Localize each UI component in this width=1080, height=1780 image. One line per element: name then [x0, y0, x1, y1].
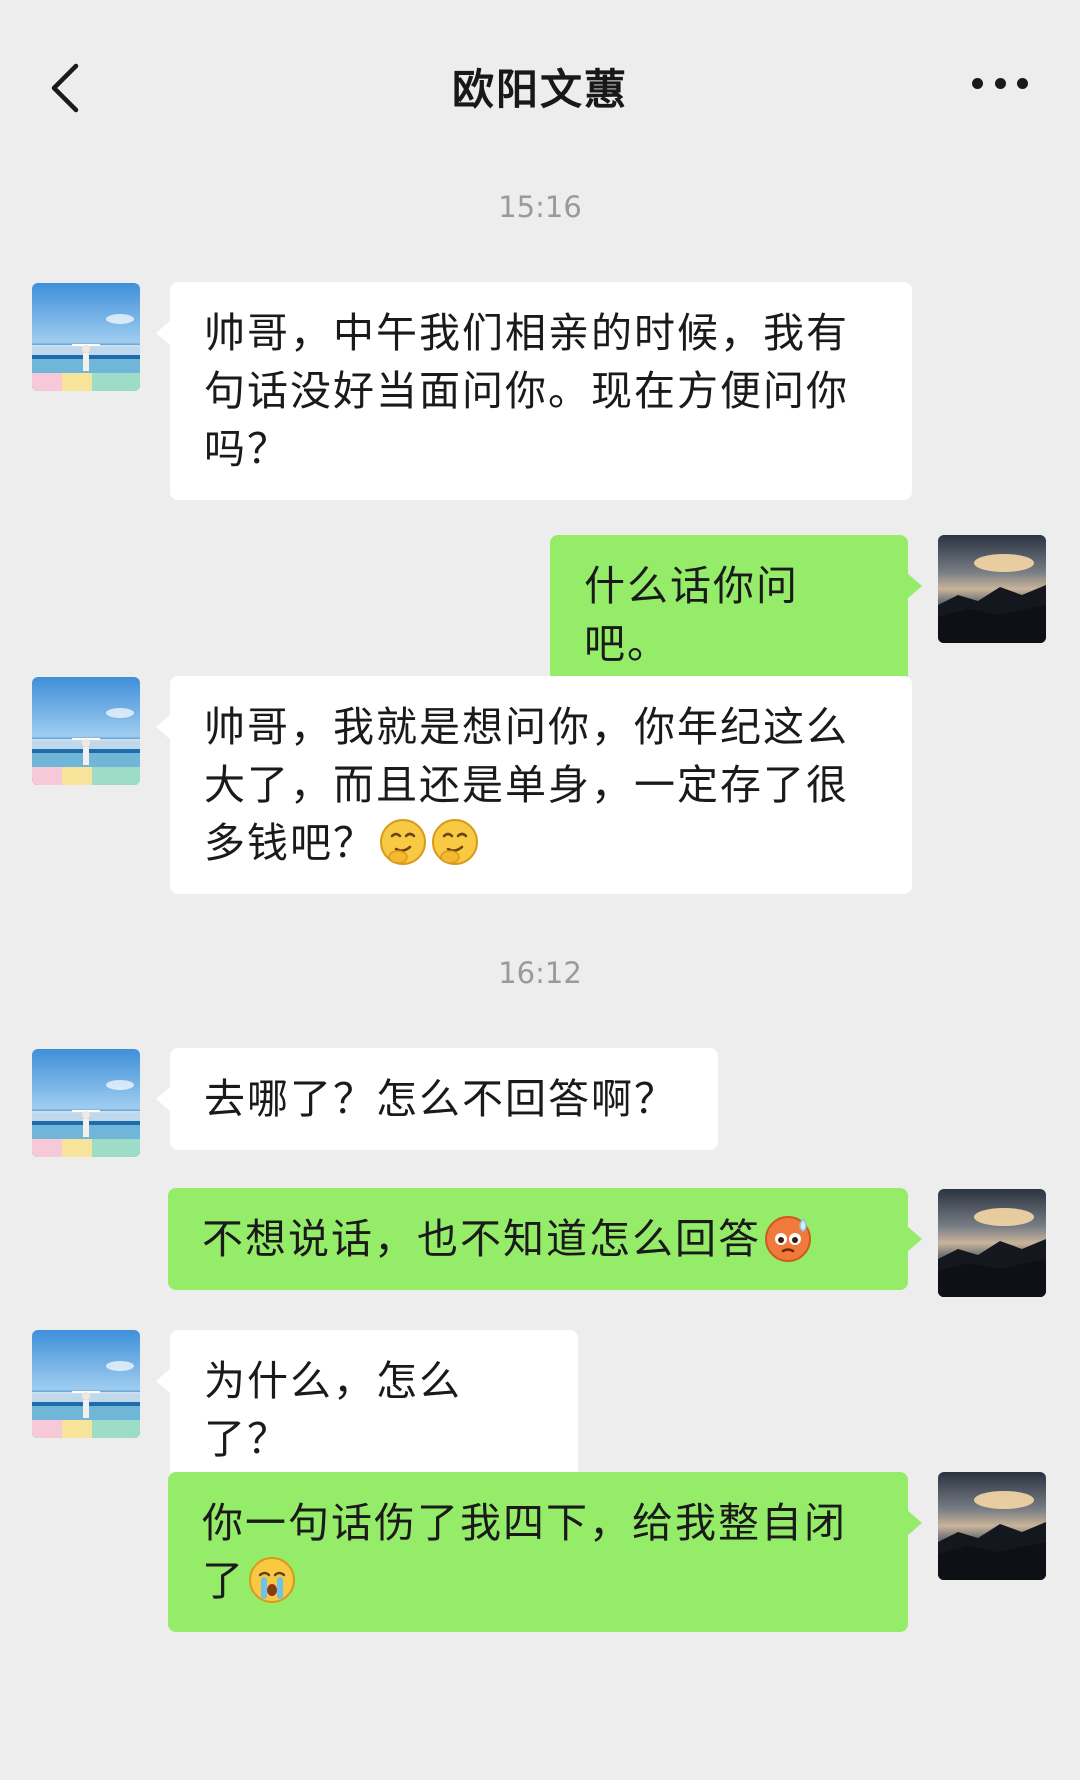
contact-avatar[interactable]: [32, 1049, 140, 1157]
crying-emoji-icon: [249, 1557, 295, 1603]
incoming-message-bubble[interactable]: 帅哥，我就是想问你，你年纪这么大了，而且还是单身，一定存了很多钱吧？: [156, 676, 912, 894]
incoming-message-bubble[interactable]: 为什么，怎么了？: [156, 1330, 578, 1490]
contact-avatar[interactable]: [32, 677, 140, 785]
top-bar: 欧阳文蕙: [0, 0, 1080, 170]
contact-avatar[interactable]: [32, 1330, 140, 1438]
smirk-emoji-icon: [380, 819, 426, 865]
message-text: 你一句话伤了我四下，给我整自闭了: [202, 1499, 847, 1605]
incoming-message-bubble[interactable]: 去哪了？怎么不回答啊？: [156, 1048, 718, 1150]
my-avatar[interactable]: [938, 1472, 1046, 1580]
message-text: 不想说话，也不知道怎么回答: [202, 1215, 761, 1263]
incoming-message-bubble[interactable]: 帅哥，中午我们相亲的时候，我有句话没好当面问你。现在方便问你吗？: [156, 282, 912, 500]
message-text: 帅哥，我就是想问你，你年纪这么大了，而且还是单身，一定存了很多钱吧？: [204, 703, 849, 867]
sweat-emoji-icon: [765, 1216, 811, 1262]
chat-title: 欧阳文蕙: [451, 65, 628, 114]
message-text: 帅哥，中午我们相亲的时候，我有句话没好当面问你。现在方便问你吗？: [204, 309, 849, 473]
timestamp: 16:12: [498, 956, 582, 990]
outgoing-message-bubble[interactable]: 你一句话伤了我四下，给我整自闭了: [168, 1472, 922, 1632]
my-avatar[interactable]: [938, 535, 1046, 643]
contact-avatar[interactable]: [32, 283, 140, 391]
more-dots-icon[interactable]: [972, 72, 1028, 94]
smirk-emoji-icon: [432, 819, 478, 865]
outgoing-message-bubble[interactable]: 不想说话，也不知道怎么回答: [168, 1188, 922, 1290]
my-avatar[interactable]: [938, 1189, 1046, 1297]
timestamp: 15:16: [498, 190, 582, 224]
outgoing-message-bubble[interactable]: 什么话你问吧。: [550, 535, 922, 695]
message-text: 去哪了？怎么不回答啊？: [204, 1075, 677, 1123]
message-text: 为什么，怎么了？: [204, 1357, 462, 1463]
message-text: 什么话你问吧。: [584, 562, 799, 668]
